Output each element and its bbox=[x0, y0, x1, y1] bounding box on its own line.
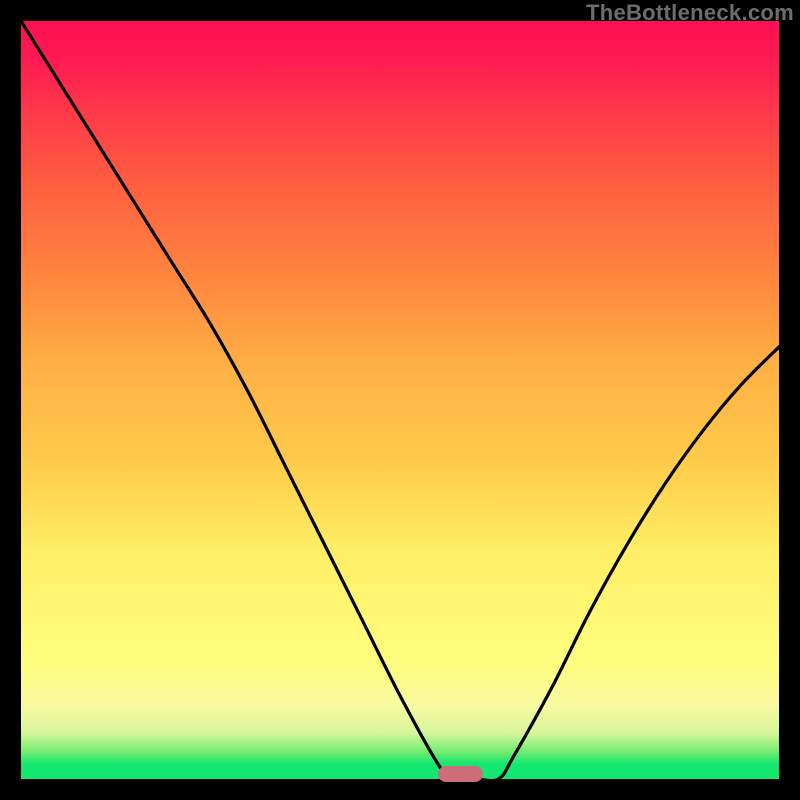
bottleneck-curve bbox=[21, 21, 779, 779]
chart-canvas: TheBottleneck.com bbox=[0, 0, 800, 800]
minimum-marker bbox=[438, 766, 483, 782]
plot-area bbox=[21, 21, 779, 779]
